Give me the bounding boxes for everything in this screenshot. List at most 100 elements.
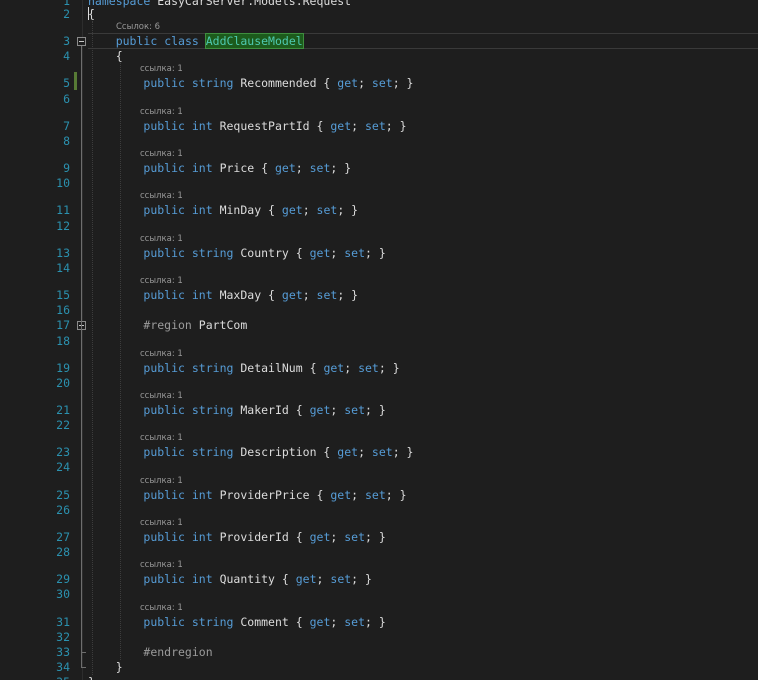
code-token: ; } [392,445,414,459]
code-line-34[interactable]: 34 } [0,660,758,674]
code-token: ; [330,530,345,544]
code-line-27[interactable]: 27 public int ProviderId { get; set; } [0,530,758,544]
code-token: MinDay { [212,203,282,217]
line-number: 4 [63,49,70,63]
code-line-4[interactable]: 4 { [0,49,758,63]
codelens-references-link[interactable]: ссылка: 1 [140,391,183,401]
keyword-token: get [274,161,296,175]
line-number: 21 [56,403,70,417]
collapse-class-toggle[interactable] [77,37,86,46]
codelens-references-link[interactable]: ссылка: 1 [140,560,183,570]
code-line-20[interactable]: 20 [0,376,758,390]
line-code[interactable]: public int MaxDay { get; set; } [88,288,358,302]
code-line-21[interactable]: 21 public string MakerId { get; set; } [0,403,758,417]
line-number: 9 [63,161,70,175]
code-line-3[interactable]: 3 public class AddClauseModel [0,33,758,49]
code-line-28[interactable]: 28 [0,545,758,559]
code-line-29[interactable]: 29 public int Quantity { get; set; } [0,572,758,586]
fold-bracket-end [81,667,86,668]
line-code[interactable]: public string Recommended { get; set; } [88,76,413,90]
line-number: 34 [56,660,70,674]
code-line-25[interactable]: 25 public int ProviderPrice { get; set; … [0,488,758,502]
line-code[interactable]: { [88,7,95,21]
code-line-12[interactable]: 12 [0,219,758,233]
code-line-19[interactable]: 19 public string DetailNum { get; set; } [0,361,758,375]
line-number: 31 [56,615,70,629]
keyword-token: public [143,119,185,133]
code-line-5[interactable]: 5 public string Recommended { get; set; … [0,76,758,90]
line-code[interactable]: public string Description { get; set; } [88,445,413,459]
code-line-35[interactable]: 35} [0,675,758,680]
keyword-token: get [281,288,303,302]
code-line-23[interactable]: 23 public string Description { get; set;… [0,445,758,459]
code-line-31[interactable]: 31 public string Comment { get; set; } [0,615,758,629]
line-code[interactable]: #region PartCom [88,318,247,332]
codelens-references-link[interactable]: ссылка: 1 [140,234,183,244]
changed-line-marker [74,72,77,90]
code-token: ; } [337,288,359,302]
code-line-15[interactable]: 15 public int MaxDay { get; set; } [0,288,758,302]
code-token: } [88,675,95,680]
code-line-32[interactable]: 32 [0,630,758,644]
line-code[interactable]: public string Comment { get; set; } [88,615,385,629]
code-token: ; [351,119,365,133]
code-line-7[interactable]: 7 public int RequestPartId { get; set; } [0,119,758,133]
code-line-2[interactable]: 2{ [0,7,758,21]
line-number: 5 [63,76,70,90]
code-token: Comment { [233,615,310,629]
code-line-14[interactable]: 14 [0,261,758,275]
code-line-9[interactable]: 9 public int Price { get; set; } [0,161,758,175]
code-line-16[interactable]: 16 [0,303,758,317]
line-code[interactable]: { [88,49,123,63]
line-code[interactable]: public class AddClauseModel [88,33,304,49]
codelens-references-link[interactable]: Ссылок: 6 [116,22,160,32]
line-number: 13 [56,246,70,260]
line-code[interactable]: } [88,675,95,680]
codelens-references-link[interactable]: ссылка: 1 [140,64,183,74]
line-number: 12 [56,219,70,233]
code-line-30[interactable]: 30 [0,587,758,601]
line-code[interactable]: public int ProviderPrice { get; set; } [88,488,406,502]
line-code[interactable]: public int ProviderId { get; set; } [88,530,385,544]
keyword-token: public [143,246,185,260]
code-token: ; [302,288,317,302]
code-line-13[interactable]: 13 public string Country { get; set; } [0,246,758,260]
keyword-token: public [143,445,185,459]
code-line-8[interactable]: 8 [0,134,758,148]
line-code[interactable]: public int Price { get; set; } [88,161,351,175]
line-code[interactable]: public string Country { get; set; } [88,246,385,260]
code-token: ProviderPrice { [212,488,331,502]
code-line-18[interactable]: 18 [0,334,758,348]
codelens-references-link[interactable]: ссылка: 1 [140,349,183,359]
code-line-10[interactable]: 10 [0,176,758,190]
code-line-33[interactable]: 33 #endregion [0,645,758,659]
codelens-references-link[interactable]: ссылка: 1 [140,191,183,201]
codelens-references-link[interactable]: ссылка: 1 [140,433,183,443]
code-editor[interactable]: 1 namespace EasyCarServer.Models.Request 2… [0,0,758,680]
keyword-token: int [191,488,213,502]
line-code[interactable]: } [88,660,123,674]
code-line-22[interactable]: 22 [0,418,758,432]
codelens-references-link[interactable]: ссылка: 1 [140,107,183,117]
line-code[interactable]: public int Quantity { get; set; } [88,572,372,586]
codelens-references-link[interactable]: ссылка: 1 [140,276,183,286]
code-token: ; } [351,572,372,586]
code-line-6[interactable]: 6 [0,92,758,106]
line-code[interactable]: public string MakerId { get; set; } [88,403,385,417]
code-line-26[interactable]: 26 [0,503,758,517]
line-code[interactable]: #endregion [88,645,212,659]
line-code[interactable]: public int RequestPartId { get; set; } [88,119,406,133]
codelens-references-link[interactable]: ссылка: 1 [140,476,183,486]
line-number: 35 [0,675,70,680]
codelens-references-link[interactable]: ссылка: 1 [140,518,183,528]
indent-guide [92,21,93,675]
line-number: 18 [56,334,70,348]
codelens-references-link[interactable]: ссылка: 1 [140,603,183,613]
line-code[interactable]: public string DetailNum { get; set; } [88,361,399,375]
code-line-11[interactable]: 11 public int MinDay { get; set; } [0,203,758,217]
codelens-references-link[interactable]: ссылка: 1 [140,149,183,159]
code-line-24[interactable]: 24 [0,460,758,474]
code-line-17[interactable]: 17 #region PartCom [0,318,758,332]
line-code[interactable]: public int MinDay { get; set; } [88,203,358,217]
